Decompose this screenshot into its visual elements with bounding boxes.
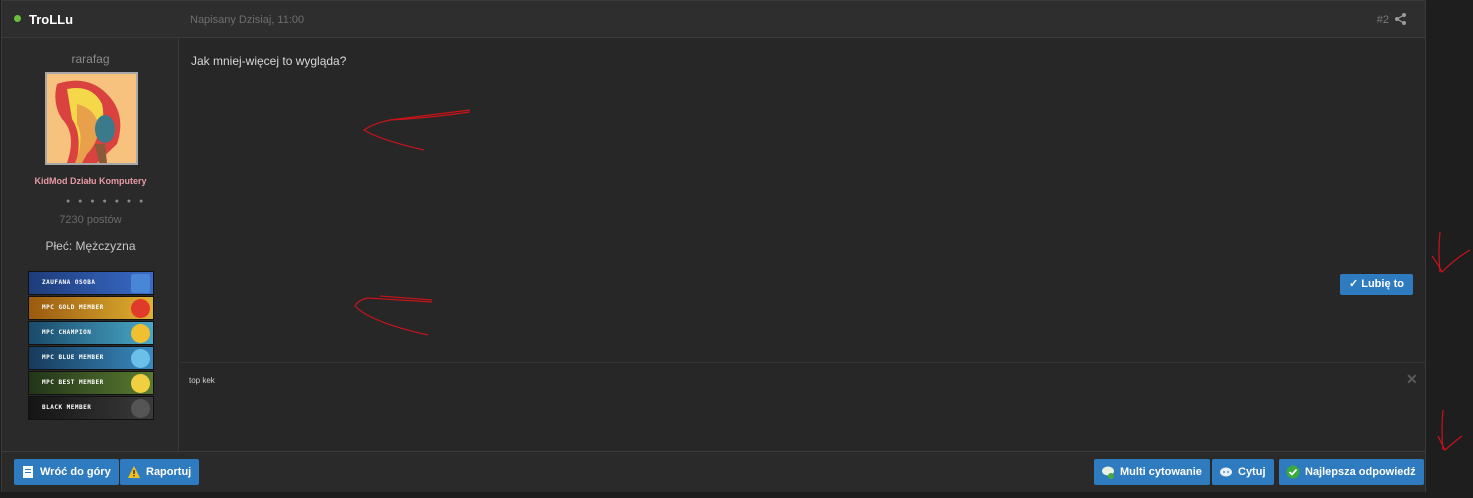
post-header: TroLLu Napisany Dzisiaj, 11:00 #2 <box>2 1 1425 38</box>
annotation-arrow-3 <box>1431 231 1471 274</box>
star-icon <box>131 299 150 318</box>
quote-icon <box>1220 467 1232 477</box>
signature-text: top kek <box>189 376 215 385</box>
badge-gold: MPC Gold member <box>28 296 154 320</box>
badge-label: Zaufana osoba <box>42 279 96 286</box>
quote-button[interactable]: Cytuj <box>1212 459 1274 485</box>
online-status-icon <box>14 15 21 22</box>
report-label: Raportuj <box>146 466 192 478</box>
badge-label: Black member <box>42 404 92 411</box>
badge-label: MPC Gold member <box>42 304 104 311</box>
warning-icon <box>128 466 140 478</box>
badge-best: MPC Best member <box>28 371 154 395</box>
like-button[interactable]: ✓ Lubię to <box>1340 274 1413 295</box>
post-date: Napisany Dzisiaj, 11:00 <box>190 14 305 26</box>
badge-trusted: Zaufana osoba <box>28 271 154 295</box>
close-icon[interactable]: ✕ <box>1406 371 1418 388</box>
badge-label: MPC Blue member <box>42 354 104 361</box>
annotation-arrow-4 <box>1437 409 1463 451</box>
back-to-top-button[interactable]: Wróć do góry <box>14 459 119 485</box>
check-icon <box>1286 465 1300 479</box>
forum-post: TroLLu Napisany Dzisiaj, 11:00 #2 rarafa… <box>1 0 1426 492</box>
badge-blue: MPC Blue member <box>28 346 154 370</box>
emblem-icon <box>131 399 150 418</box>
user-title: rarafag <box>71 52 110 66</box>
avatar-image <box>47 74 136 163</box>
signature-divider <box>180 362 1425 363</box>
back-to-top-label: Wróć do góry <box>40 466 111 478</box>
rank-name: KidMod Działu Komputery <box>34 176 147 186</box>
author-sidebar: rarafag KidMod Działu Komputery ● ● ● ● … <box>2 38 179 451</box>
post-body-text: Jak mniej-więcej to wygląda? <box>191 54 347 68</box>
post-count: 7230 postów <box>59 214 122 226</box>
best-answer-label: Najlepsza odpowiedź <box>1305 466 1416 478</box>
badges-list: Zaufana osoba MPC Gold member MPC Champi… <box>28 271 154 421</box>
bulb-icon <box>131 324 150 343</box>
author-name[interactable]: TroLLu <box>29 12 73 27</box>
document-icon <box>23 466 33 478</box>
globe-icon <box>131 349 150 368</box>
post-content: Jak mniej-więcej to wygląda? ✓ Lubię to … <box>180 38 1425 451</box>
avatar[interactable] <box>45 72 138 165</box>
star-icon <box>131 374 150 393</box>
monitor-icon <box>131 274 150 293</box>
multi-quote-label: Multi cytowanie <box>1120 466 1202 478</box>
share-icon[interactable] <box>1395 13 1406 25</box>
best-answer-button[interactable]: Najlepsza odpowiedź <box>1279 459 1424 485</box>
badge-black: Black member <box>28 396 154 420</box>
post-number-link[interactable]: #2 <box>1377 14 1389 26</box>
badge-champion: MPC Champion <box>28 321 154 345</box>
quote-label: Cytuj <box>1238 466 1266 478</box>
rank-pips: ● ● ● ● ● ● ● <box>66 198 147 205</box>
badge-label: MPC Champion <box>42 329 92 336</box>
multi-quote-icon <box>1102 466 1114 479</box>
multi-quote-button[interactable]: Multi cytowanie <box>1094 459 1210 485</box>
report-button[interactable]: Raportuj <box>120 459 200 485</box>
badge-label: MPC Best member <box>42 379 104 386</box>
post-footer: Wróć do góry Raportuj Multi cytowanie Cy… <box>2 451 1425 492</box>
gender-field: Płeć: Mężczyzna <box>45 239 136 253</box>
